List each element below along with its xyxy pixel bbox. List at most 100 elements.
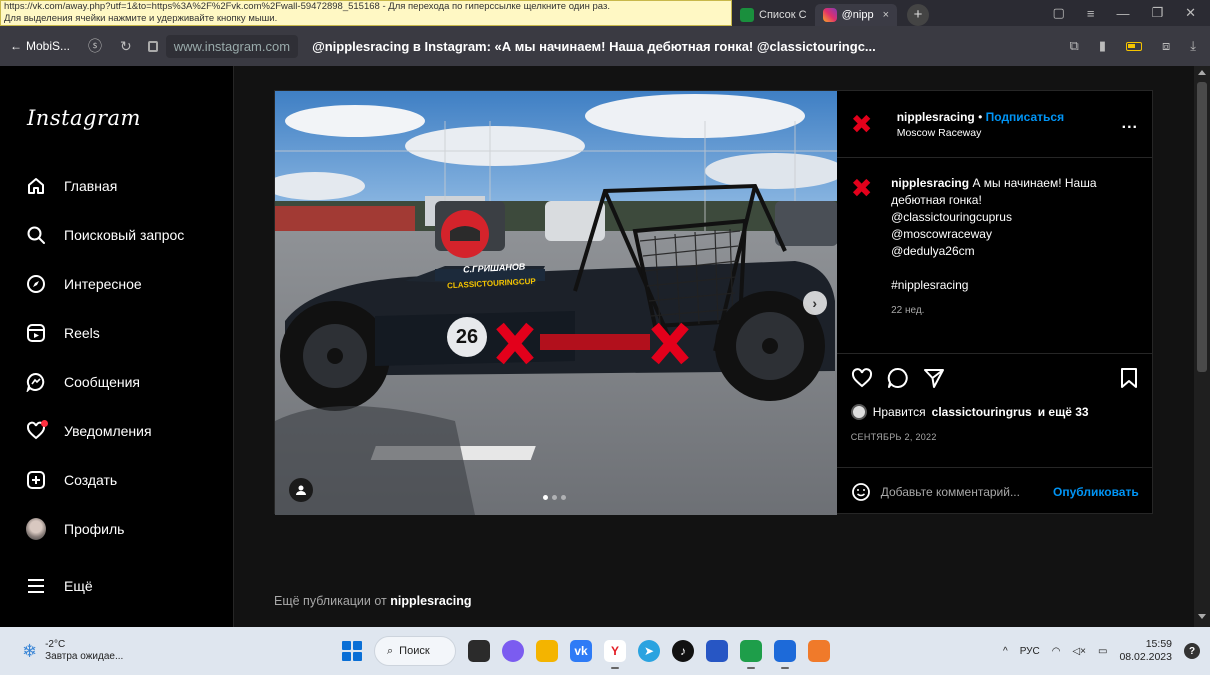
sidebar-item-notifications[interactable]: Уведомления [26, 420, 152, 441]
hashtag-link[interactable]: #nipplesracing [891, 277, 1141, 294]
mention-link[interactable]: @classictouringcuprus [891, 209, 1141, 226]
search-icon [26, 225, 46, 245]
share-icon[interactable]: ⧉ [1070, 38, 1079, 54]
post-header: ✖ nipplesracing • Подписаться Moscow Rac… [836, 91, 1152, 158]
page-scrollbar[interactable] [1194, 66, 1210, 627]
more-posts-user[interactable]: nipplesracing [390, 594, 471, 608]
mention-link[interactable]: @moscowraceway [891, 226, 1141, 243]
taskbar-search[interactable]: ⌕ Поиск [374, 636, 456, 666]
post-photo[interactable]: 26 С.ГРИШАНОВ CLASSICTOURINGCUP › [275, 91, 837, 515]
caption-username[interactable]: nipplesracing [891, 176, 969, 190]
new-tab-button[interactable]: + [907, 3, 930, 26]
publish-button[interactable]: Опубликовать [1053, 485, 1139, 499]
caption-avatar-x-logo[interactable]: ✖ [851, 175, 879, 319]
back-label: MobiS... [26, 39, 71, 53]
close-window-icon[interactable]: ✕ [1185, 5, 1196, 21]
docs-app-icon[interactable] [774, 640, 796, 669]
tagged-users-button[interactable] [289, 478, 313, 502]
more-options-icon[interactable]: ... [1122, 115, 1138, 133]
search-icon: ⌕ [387, 644, 394, 657]
minimize-icon[interactable]: — [1116, 6, 1129, 21]
scroll-down-arrow[interactable] [1198, 614, 1206, 619]
post-side-panel: ✖ nipplesracing • Подписаться Moscow Rac… [836, 91, 1153, 515]
post-location[interactable]: Moscow Raceway [897, 127, 1064, 139]
yandex-browser-icon[interactable]: Y [604, 640, 626, 669]
sidebar-item-label: Поисковый запрос [64, 227, 185, 243]
task-view-icon[interactable] [468, 640, 490, 662]
restore-icon[interactable]: ❐ [1151, 5, 1163, 21]
save-bookmark-icon[interactable] [1119, 367, 1139, 389]
slides-app-icon[interactable] [808, 640, 830, 662]
tiktok-icon[interactable]: ♪ [672, 640, 694, 662]
download-icon[interactable]: ⤓ [1190, 38, 1196, 54]
clock-date: 08.02.2023 [1119, 651, 1172, 663]
clock[interactable]: 15:59 08.02.2023 [1119, 638, 1172, 664]
share-direct-icon[interactable] [923, 367, 945, 389]
weather-widget[interactable]: ❄ -2°C Завтра ожидае... [22, 639, 282, 663]
scroll-thumb[interactable] [1197, 82, 1207, 372]
shield-app-icon[interactable] [706, 640, 728, 662]
sidebar-item-reels[interactable]: Reels [26, 323, 100, 343]
instagram-icon [822, 8, 837, 22]
author-username[interactable]: nipplesracing [897, 110, 975, 124]
url-field[interactable]: www.instagram.com [147, 34, 299, 58]
menu-icon [26, 576, 46, 596]
close-tab-icon[interactable]: × [883, 9, 889, 21]
battery-icon[interactable]: ▭ [1098, 646, 1107, 657]
mention-link[interactable]: @dedulya26cm [891, 243, 1141, 260]
sheets-app-icon[interactable] [740, 640, 762, 669]
telegram-icon[interactable]: ➤ [638, 640, 660, 662]
messenger-icon [26, 372, 46, 392]
profile-avatar-x-logo[interactable]: ✖ [851, 111, 885, 137]
comment-input[interactable]: Добавьте комментарий... [881, 485, 1020, 499]
likes-user[interactable]: classictouringrus [932, 405, 1032, 419]
help-icon[interactable]: ? [1184, 643, 1200, 659]
browser-tab-bar: Список С @nipp × + ▢ ≡ — ❐ ✕ [732, 0, 1210, 26]
instagram-logo[interactable]: Instagram [27, 106, 141, 130]
reload-icon[interactable]: ↻ [120, 38, 132, 55]
protect-icon[interactable]: ⓢ [88, 36, 102, 56]
menu-icon[interactable]: ≡ [1087, 6, 1095, 21]
file-explorer-icon[interactable] [536, 640, 558, 662]
extensions-icon[interactable]: ⧈ [1162, 38, 1170, 54]
dot-separator: • [978, 109, 983, 124]
sidebar-item-home[interactable]: Главная [26, 176, 117, 196]
sidebar-item-search[interactable]: Поисковый запрос [26, 225, 184, 245]
taskbar-apps: ⌕ Поиск vk Y ➤ ♪ [342, 636, 830, 669]
tab-sheets[interactable]: Список С [732, 4, 815, 26]
windows-start-icon[interactable] [342, 641, 362, 661]
follow-button[interactable]: Подписаться [986, 110, 1064, 124]
likes-suffix[interactable]: и ещё 33 [1038, 405, 1089, 419]
weather-forecast: Завтра ожидае... [45, 651, 124, 662]
url-text[interactable]: www.instagram.com [165, 34, 299, 58]
sidebar-item-create[interactable]: Создать [26, 470, 117, 490]
sidebar-item-messages[interactable]: Сообщения [26, 372, 140, 392]
sidebar-item-label: Reels [64, 325, 100, 341]
vk-icon[interactable]: vk [570, 640, 592, 662]
tab-instagram[interactable]: @nipp × [814, 4, 898, 26]
battery-saver-icon[interactable] [1125, 41, 1142, 51]
next-slide-button[interactable]: › [802, 291, 827, 315]
bookmark-icon[interactable]: ▮ [1099, 38, 1106, 54]
volume-icon[interactable]: ◁× [1072, 646, 1086, 657]
sidebar-item-more[interactable]: Ещё [26, 576, 93, 596]
like-heart-icon[interactable] [851, 367, 873, 389]
heart-icon [26, 420, 48, 441]
liker-avatar [850, 404, 867, 420]
sidebar-item-label: Ещё [64, 578, 93, 594]
scroll-up-arrow[interactable] [1198, 70, 1206, 75]
chevron-up-icon[interactable]: ^ [1003, 646, 1008, 657]
sidebar-item-explore[interactable]: Интересное [26, 274, 142, 294]
back-button[interactable]: ← MobiS... [10, 39, 70, 53]
emoji-icon[interactable] [851, 482, 871, 502]
sheets-icon [740, 8, 754, 22]
more-posts-heading: Ещё публикации от nipplesracing [274, 594, 472, 608]
likes-summary[interactable]: Нравится classictouringrus и ещё 33 [850, 404, 1139, 420]
language-indicator[interactable]: РУС [1020, 646, 1040, 657]
comment-icon[interactable] [887, 367, 909, 389]
wifi-icon[interactable]: ◠ [1052, 646, 1061, 657]
collections-icon[interactable]: ▢ [1053, 5, 1065, 21]
sidebar-item-profile[interactable]: Профиль [26, 518, 124, 540]
windows-taskbar: ❄ -2°C Завтра ожидае... ⌕ Поиск vk Y ➤ ♪ [0, 627, 1210, 675]
chat-icon[interactable] [502, 640, 524, 662]
